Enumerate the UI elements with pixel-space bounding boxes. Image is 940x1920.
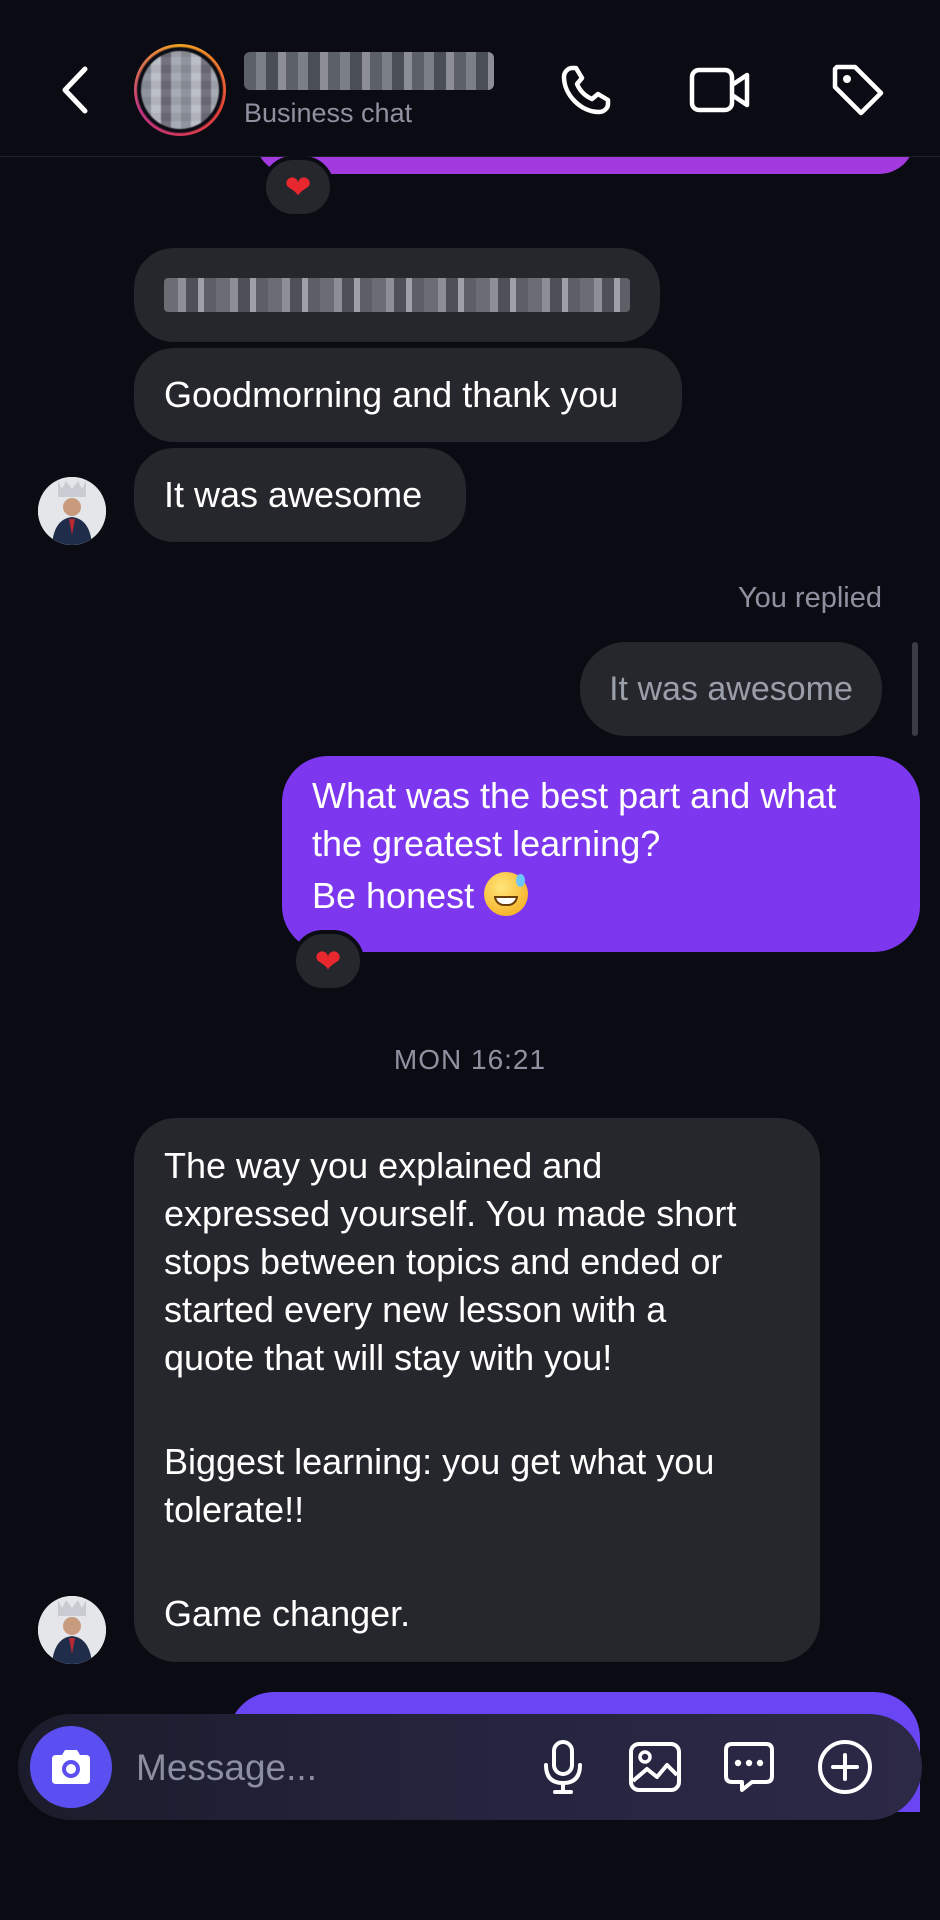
back-button[interactable] bbox=[50, 60, 100, 120]
message-line: the greatest learning? bbox=[312, 823, 661, 864]
incoming-message[interactable]: Goodmorning and thank you bbox=[134, 348, 682, 442]
incoming-message[interactable]: It was awesome bbox=[134, 448, 466, 542]
camera-button[interactable] bbox=[30, 1726, 112, 1808]
chat-screen: ❤ Goodmorning and thank you It was aweso… bbox=[0, 0, 940, 1920]
incoming-message-redacted[interactable] bbox=[134, 248, 660, 342]
message-line: The way you explained and bbox=[164, 1145, 603, 1186]
tag-icon bbox=[832, 64, 884, 116]
reply-context-label: You replied bbox=[737, 582, 882, 614]
plus-icon bbox=[818, 1740, 872, 1794]
contact-name-redacted[interactable] bbox=[244, 52, 494, 90]
voice-message-button[interactable] bbox=[532, 1736, 594, 1798]
quote-indicator-bar bbox=[912, 642, 918, 736]
message-text: Goodmorning and thank you bbox=[164, 374, 619, 415]
heart-reaction[interactable]: ❤ bbox=[292, 930, 364, 992]
message-text: It was awesome bbox=[164, 474, 423, 515]
camera-icon bbox=[52, 1750, 90, 1784]
more-options-button[interactable] bbox=[814, 1736, 876, 1798]
microphone-icon bbox=[544, 1740, 582, 1794]
chat-type-label: Business chat bbox=[244, 98, 413, 128]
phone-icon bbox=[561, 65, 611, 115]
sender-avatar[interactable] bbox=[38, 477, 106, 545]
message-line: quote that will stay with you! bbox=[164, 1337, 613, 1378]
message-line: started every new lesson with a bbox=[164, 1289, 667, 1330]
quoted-message[interactable]: It was awesome bbox=[580, 642, 882, 736]
date-divider: MON 16:21 bbox=[393, 1044, 547, 1075]
chat-header: Business chat bbox=[0, 0, 940, 157]
outgoing-message[interactable]: What was the best part and what the grea… bbox=[282, 756, 920, 952]
person-avatar-icon bbox=[38, 477, 106, 545]
sticker-icon bbox=[724, 1742, 774, 1792]
video-camera-icon bbox=[689, 67, 750, 113]
person-avatar-icon bbox=[38, 1596, 106, 1664]
heart-icon: ❤ bbox=[284, 169, 312, 205]
sweat-smile-emoji-icon bbox=[484, 872, 529, 916]
sender-avatar[interactable] bbox=[38, 1596, 106, 1664]
message-line: stops between topics and ended or bbox=[164, 1241, 723, 1282]
message-thread[interactable]: ❤ Goodmorning and thank you It was aweso… bbox=[0, 0, 940, 1920]
heart-icon: ❤ bbox=[314, 943, 342, 979]
gallery-button[interactable] bbox=[624, 1736, 686, 1798]
message-line: Biggest learning: you get what you bbox=[164, 1441, 715, 1482]
message-line: tolerate!! bbox=[164, 1489, 305, 1530]
message-line: What was the best part and what bbox=[312, 775, 837, 816]
message-line: expressed yourself. You made short bbox=[164, 1193, 737, 1234]
contact-avatar-image bbox=[137, 47, 223, 133]
message-line-text: Be honest bbox=[312, 875, 475, 916]
image-icon bbox=[629, 1742, 681, 1792]
message-line: Be honest bbox=[312, 872, 890, 920]
message-input[interactable] bbox=[134, 1736, 518, 1800]
label-button[interactable] bbox=[826, 58, 890, 122]
sticker-button[interactable] bbox=[718, 1736, 780, 1798]
video-call-button[interactable] bbox=[688, 58, 752, 122]
incoming-message[interactable]: The way you explained and expressed your… bbox=[134, 1118, 820, 1662]
heart-reaction[interactable]: ❤ bbox=[262, 156, 334, 218]
redacted-text bbox=[164, 278, 630, 312]
chevron-left-icon bbox=[62, 66, 88, 114]
message-line: Game changer. bbox=[164, 1593, 411, 1634]
message-composer bbox=[18, 1714, 922, 1820]
call-button[interactable] bbox=[554, 58, 618, 122]
contact-avatar[interactable] bbox=[134, 44, 226, 136]
